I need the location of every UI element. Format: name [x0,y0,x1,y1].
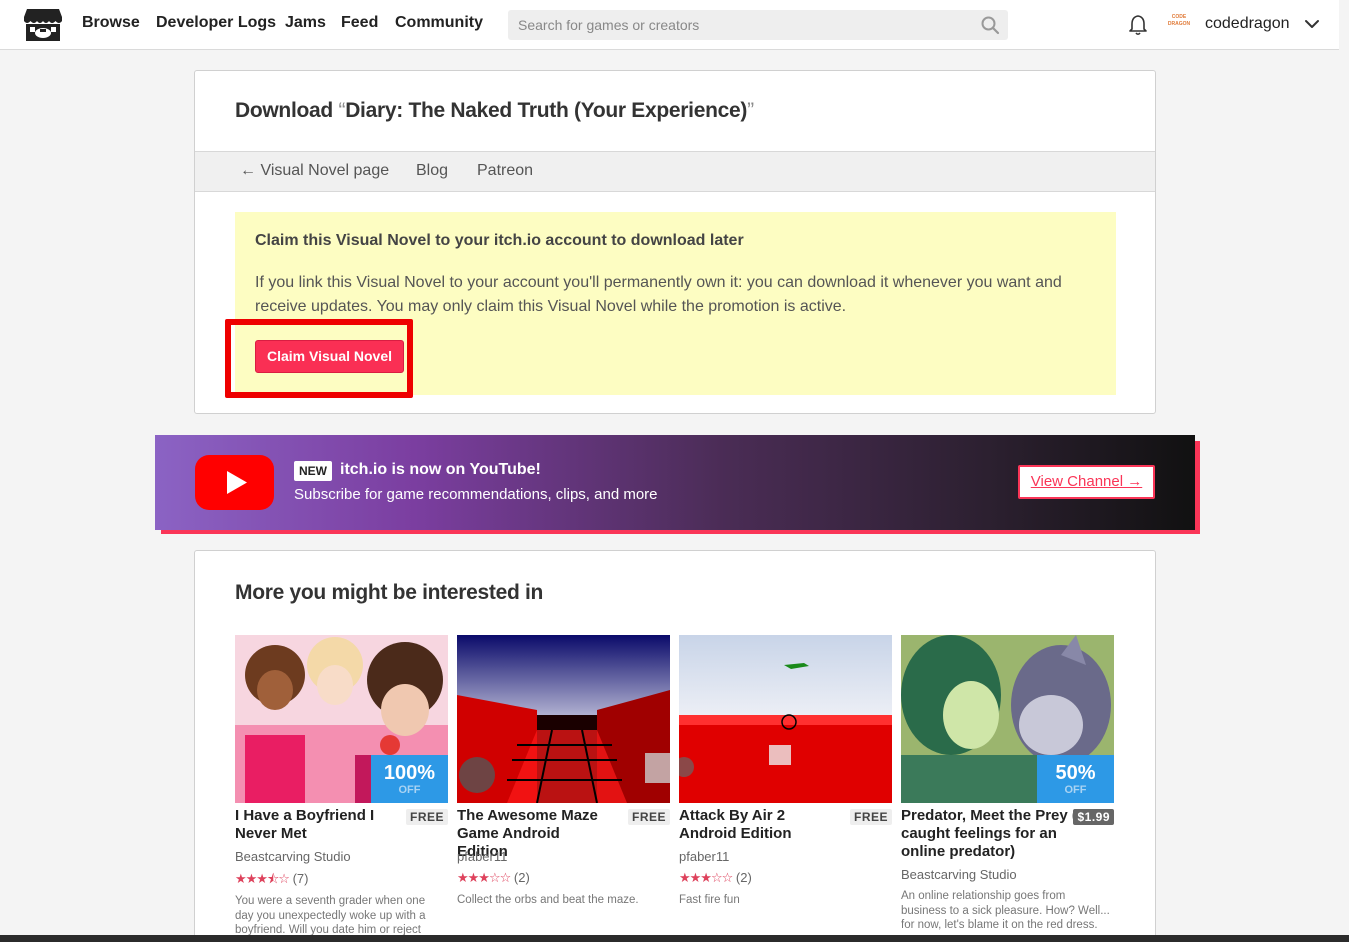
game-title: Diary: The Naked Truth (Your Experience) [345,99,748,122]
sale-off-label: OFF [1064,784,1087,796]
search-bar [508,10,1008,40]
sale-off-label: OFF [398,784,421,796]
claim-heading: Claim this Visual Novel to your itch.io … [255,232,744,249]
game-rating: ★★★⯪☆ (7) [235,870,308,892]
recommendations-title: More you might be interested in [235,581,544,604]
rating-stars-icon: ★★★☆☆ [457,870,511,885]
rating-count: (7) [292,871,309,886]
rating-count: (2) [513,870,530,885]
subnav-blog[interactable]: Blog [416,162,448,180]
top-header: Browse Developer Logs Jams Feed Communit… [0,0,1349,50]
recommendations-panel: More you might be interested in 100% OFF [194,550,1156,942]
price-tag: FREE [405,809,448,825]
price-tag: FREE [627,809,670,825]
scrollbar[interactable] [1339,0,1349,932]
game-card[interactable]: The Awesome Maze Game Android Edition FR… [457,635,670,906]
game-description: Collect the orbs and beat the maze. [457,894,639,906]
download-panel: Download “Diary: The Naked Truth (Your E… [194,70,1156,414]
sale-percent: 50% [1055,762,1096,784]
game-description: You were a seventh grader when one day y… [235,895,426,936]
rating-count: (2) [735,870,752,885]
game-description: Fast fire fun [679,894,740,906]
page-title: Download “Diary: The Naked Truth (Your E… [235,99,754,123]
game-card[interactable]: 50% OFF Predator, Meet the Prey (I caugh… [901,635,1114,931]
game-card[interactable]: Attack By Air 2 Android Edition FREE pfa… [679,635,892,906]
game-title-link[interactable]: I Have a Boyfriend I Never Met [235,807,385,843]
game-title-link[interactable]: Attack By Air 2 Android Edition [679,807,829,843]
game-author[interactable]: pfaber11 [679,849,729,864]
sale-percent: 100% [383,762,436,784]
game-rating: ★★★☆☆ (2) [457,870,530,886]
view-channel-button[interactable]: View Channel → [1018,465,1155,499]
youtube-banner: NEW itch.io is now on YouTube! Subscribe… [155,435,1195,530]
chevron-down-icon[interactable] [1303,15,1321,33]
game-thumbnail[interactable]: 100% OFF [235,635,448,803]
itchio-logo-icon[interactable] [23,7,63,43]
close-quote: ” [747,99,754,122]
rating-stars-icon: ★★★☆☆ [679,870,733,885]
sale-badge: 50% OFF [1037,755,1114,803]
nav-browse[interactable]: Browse [82,14,140,32]
rating-stars-icon: ★★★⯪☆ [235,871,290,886]
claim-box: Claim this Visual Novel to your itch.io … [235,212,1116,395]
youtube-logo-icon [195,455,274,510]
game-thumbnail[interactable]: 50% OFF [901,635,1114,803]
game-cover-image [457,635,670,803]
nav-jams[interactable]: Jams [285,14,326,32]
game-cover-image [679,635,892,803]
game-title-link[interactable]: Predator, Meet the Prey (I caught feelin… [901,807,1096,861]
game-author[interactable]: Beastcarving Studio [235,849,351,864]
price-tag: FREE [849,809,892,825]
game-author[interactable]: pfaber11 [457,849,507,864]
claim-visual-novel-button[interactable]: Claim Visual Novel [255,340,405,373]
notifications-bell-icon[interactable] [1128,14,1148,36]
title-prefix: Download [235,99,333,122]
username[interactable]: codedragon [1205,15,1290,33]
nav-feed[interactable]: Feed [341,14,378,32]
subnav-patreon[interactable]: Patreon [477,162,533,180]
bottom-edge [0,935,1349,942]
game-description: An online relationship goes from busines… [901,890,1110,931]
search-icon[interactable] [980,15,1000,35]
game-thumbnail[interactable] [457,635,670,803]
claim-description: If you link this Visual Novel to your ac… [255,274,1062,315]
price-tag: $1.99 [1073,809,1114,825]
game-subnav: ← Visual Novel page Blog Patreon [195,151,1155,192]
avatar[interactable]: CODE DRAGON [1167,14,1191,34]
banner-subtitle: Subscribe for game recommendations, clip… [294,486,658,503]
sale-badge: 100% OFF [371,755,448,803]
game-rating: ★★★☆☆ (2) [679,870,752,886]
nav-community[interactable]: Community [395,14,483,32]
new-badge: NEW [294,461,332,481]
game-card[interactable]: 100% OFF I Have a Boyfriend I Never Met … [235,635,448,936]
game-author[interactable]: Beastcarving Studio [901,867,1017,882]
game-thumbnail[interactable] [679,635,892,803]
subnav-visual-novel-page[interactable]: ← Visual Novel page [240,162,389,180]
nav-developer-logs[interactable]: Developer Logs [156,14,276,32]
search-input[interactable] [508,10,968,40]
banner-title: itch.io is now on YouTube! [340,461,541,478]
